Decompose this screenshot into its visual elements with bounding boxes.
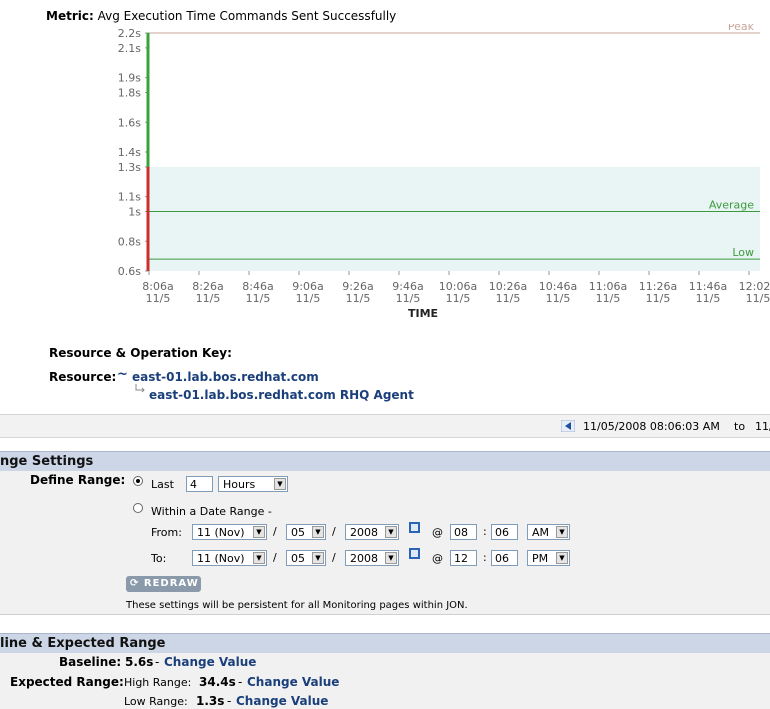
range-settings-panel	[0, 471, 770, 615]
wave-icon: ~	[117, 367, 128, 382]
to-hour-input[interactable]: 12	[450, 550, 477, 566]
dash: -	[227, 694, 232, 708]
from-day-select[interactable]: 05 ▼	[286, 524, 326, 540]
x-tick-date: 11/5	[146, 292, 171, 305]
key-title: Resource & Operation Key:	[49, 346, 232, 360]
slash: /	[273, 551, 277, 564]
dash: -	[238, 675, 243, 689]
low-range-value: 1.3s	[196, 694, 225, 708]
x-tick-date: 11/5	[246, 292, 271, 305]
high-range-value: 34.4s	[199, 675, 236, 689]
y-tick-label: 2.1s	[118, 42, 141, 55]
persist-note: These settings will be persistent for al…	[126, 600, 468, 611]
low-label: Low	[732, 246, 754, 259]
resource-link[interactable]: east-01.lab.bos.redhat.com	[132, 370, 319, 384]
x-tick-date: 11/5	[496, 292, 521, 305]
x-axis-label: TIME	[408, 307, 438, 320]
define-range-label: Define Range:	[30, 473, 126, 487]
from-year-select[interactable]: 2008 ▼	[345, 524, 399, 540]
to-month-select[interactable]: 11 (Nov) ▼	[192, 550, 267, 566]
baseline-header: line & Expected Range	[0, 633, 770, 653]
prev-arrow-icon[interactable]	[561, 420, 575, 432]
colon: :	[483, 525, 487, 538]
y-tick-label: 1.6s	[118, 116, 141, 129]
range-settings-header: nge Settings	[0, 451, 770, 471]
resource-label: Resource:	[49, 370, 117, 384]
y-tick-label: 1.9s	[118, 72, 141, 85]
to-day-select[interactable]: 05 ▼	[286, 550, 326, 566]
to-calendar-icon[interactable]	[409, 548, 420, 559]
y-tick-label: 1.4s	[118, 146, 141, 159]
x-tick-date: 11/5	[746, 292, 770, 305]
peak-label: Peak	[728, 24, 755, 33]
time-nav-bar: 11/05/2008 08:06:03 AM to 11/	[0, 414, 770, 438]
to-minute-input[interactable]: 06	[491, 550, 518, 566]
baseline-value: 5.6s	[125, 655, 154, 669]
from-label: From:	[151, 526, 182, 539]
to-ampm-select[interactable]: PM ▼	[527, 550, 570, 566]
from-minute-input[interactable]: 06	[491, 524, 518, 540]
slash: /	[273, 525, 277, 538]
y-tick-label: 1.1s	[118, 191, 141, 204]
x-tick-date: 11/5	[696, 292, 721, 305]
last-label: Last	[151, 478, 174, 491]
at-sign: @	[432, 552, 443, 565]
low-range-label: Low Range:	[124, 695, 188, 708]
expected-range-label: Expected Range:	[10, 675, 124, 689]
slash: /	[332, 525, 336, 538]
x-tick-date: 11/5	[646, 292, 671, 305]
range-start: 11/05/2008 08:06:03 AM	[583, 420, 720, 433]
y-tick-label: 2.2s	[118, 27, 141, 40]
y-tick-label: 1s	[128, 206, 141, 219]
slash: /	[332, 551, 336, 564]
to-year-select[interactable]: 2008 ▼	[345, 550, 399, 566]
x-tick-date: 11/5	[446, 292, 471, 305]
metric-title: Metric: Avg Execution Time Commands Sent…	[46, 9, 396, 23]
x-tick-date: 11/5	[346, 292, 371, 305]
x-tick-date: 11/5	[396, 292, 421, 305]
y-tick-label: 0.6s	[118, 265, 141, 278]
date-range-radio[interactable]	[133, 503, 143, 513]
baseline-label: Baseline:	[59, 655, 122, 669]
range-to: to	[734, 420, 746, 433]
from-month-select[interactable]: 11 (Nov) ▼	[192, 524, 267, 540]
refresh-icon: ⟳	[130, 578, 140, 589]
change-baseline-link[interactable]: Change Value	[164, 655, 256, 669]
high-range-label: High Range:	[124, 676, 192, 689]
y-tick-label: 0.8s	[118, 235, 141, 248]
average-label: Average	[709, 199, 754, 212]
x-tick-date: 11/5	[296, 292, 321, 305]
y-tick-label: 1.8s	[118, 87, 141, 100]
range-end: 11/	[755, 420, 770, 433]
agent-link[interactable]: east-01.lab.bos.redhat.com RHQ Agent	[149, 388, 414, 402]
redraw-button[interactable]: ⟳ REDRAW	[126, 576, 201, 592]
change-high-link[interactable]: Change Value	[247, 675, 339, 689]
change-low-link[interactable]: Change Value	[236, 694, 328, 708]
last-value-input[interactable]: 4	[186, 476, 213, 492]
at-sign: @	[432, 526, 443, 539]
x-tick-date: 11/5	[196, 292, 221, 305]
y-tick-label: 1.3s	[118, 161, 141, 174]
last-radio[interactable]	[133, 476, 143, 486]
metric-chart: 0.6s 0.8s 1s 1.1s 1.3s 1.4s 1.6s 1.8s 1.9s 2.1s 2.…	[118, 24, 770, 320]
from-calendar-icon[interactable]	[409, 522, 420, 533]
metric-label: Metric:	[46, 9, 94, 23]
within-label: Within a Date Range -	[151, 505, 272, 518]
to-label: To:	[151, 552, 167, 565]
range-unit-select[interactable]: Hours ▼	[218, 476, 288, 492]
from-ampm-select[interactable]: AM ▼	[527, 524, 570, 540]
x-tick-date: 11/5	[546, 292, 571, 305]
colon: :	[483, 551, 487, 564]
expected-range-band	[149, 166, 760, 271]
dash: -	[155, 655, 160, 669]
metric-name: Avg Execution Time Commands Sent Success…	[97, 9, 397, 23]
x-tick-date: 11/5	[596, 292, 621, 305]
child-arrow-icon	[135, 384, 145, 393]
from-hour-input[interactable]: 08	[450, 524, 477, 540]
